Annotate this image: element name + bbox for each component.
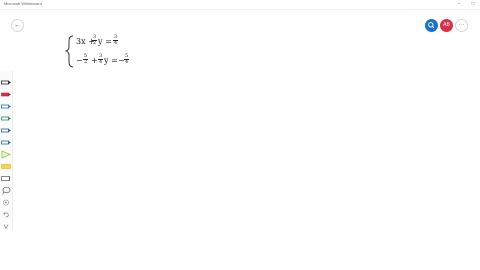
pen-blue-2-tool[interactable] xyxy=(1,122,11,133)
left-brace xyxy=(64,35,74,68)
redo-icon xyxy=(3,224,9,230)
avatar-initials: AB xyxy=(443,22,450,28)
title-bar: Microsoft Whiteboard – □ xyxy=(0,0,480,10)
tool-palette xyxy=(0,71,13,230)
back-button[interactable]: ← xyxy=(11,19,24,32)
redo-button[interactable] xyxy=(1,218,11,230)
undo-button[interactable] xyxy=(1,206,11,218)
more-menu-button[interactable]: ··· xyxy=(455,19,468,32)
eraser-tool[interactable] xyxy=(1,170,11,181)
search-button[interactable] xyxy=(425,19,438,32)
equation-2: − 5 2 + 3 4 y = − 5 4 xyxy=(76,53,156,68)
pen-blue-tool[interactable] xyxy=(1,98,11,109)
eq1-rhs-den: 4 xyxy=(114,40,118,46)
eq2-frac1-den: 2 xyxy=(84,59,88,65)
minimize-button[interactable]: – xyxy=(452,0,466,9)
eq2-frac2-den: 4 xyxy=(99,59,103,65)
user-avatar[interactable]: AB xyxy=(440,19,453,32)
pen-black-tool[interactable] xyxy=(1,74,11,85)
eq2-rhs-sign: − xyxy=(118,56,125,65)
eq1-var: y = xyxy=(98,37,112,46)
settings-tool[interactable] xyxy=(1,194,11,206)
search-icon xyxy=(428,22,435,29)
more-icon: ··· xyxy=(459,22,464,28)
lasso-tool[interactable] xyxy=(1,182,11,195)
window-title: Microsoft Whiteboard xyxy=(4,1,42,6)
eq2-rhs-den: 4 xyxy=(125,59,129,65)
back-arrow-icon: ← xyxy=(14,22,21,29)
eq2-sign: − xyxy=(76,56,83,65)
equation-1: 3x + 3 2 y = 3 4 xyxy=(76,34,156,49)
pen-teal-tool[interactable] xyxy=(1,134,11,145)
eq2-var: y = xyxy=(104,56,118,65)
eq2-plus: + xyxy=(91,56,98,65)
pen-red-tool[interactable] xyxy=(1,86,11,97)
highlighter-yellow-tool[interactable] xyxy=(1,158,11,169)
pen-green-tool[interactable] xyxy=(1,110,11,121)
highlighter-green-tool[interactable] xyxy=(1,146,11,159)
eq1-frac-den: 2 xyxy=(93,40,97,46)
maximize-button[interactable]: □ xyxy=(466,0,480,9)
